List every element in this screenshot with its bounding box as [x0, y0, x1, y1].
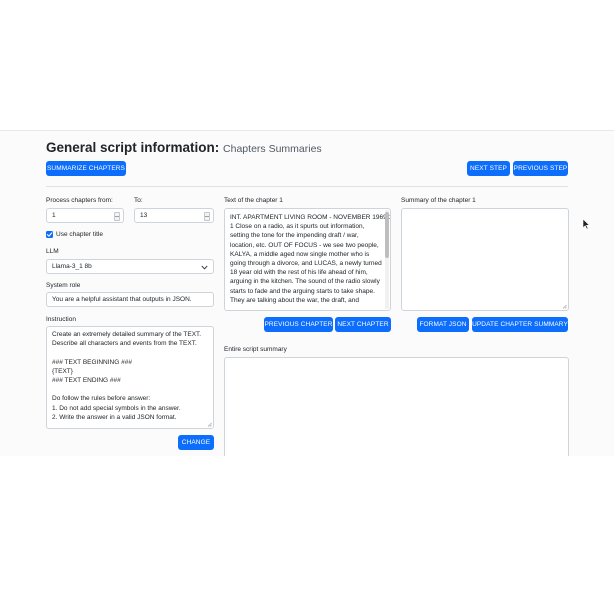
instruction-line: {TEXT}: [52, 367, 73, 375]
update-chapter-summary-button[interactable]: UPDATE CHAPTER SUMMARY: [472, 317, 568, 332]
chapter-text-label: Text of the chapter 1: [224, 197, 283, 204]
format-json-button[interactable]: FORMAT JSON: [417, 317, 469, 332]
process-from-value: 1: [52, 212, 56, 219]
instruction-line: 1. Do not add special symbols in the ans…: [52, 404, 181, 412]
use-chapter-title-checkbox[interactable]: [46, 231, 53, 238]
previous-step-button[interactable]: PREVIOUS STEP: [513, 161, 568, 176]
resize-handle-icon[interactable]: [207, 422, 212, 427]
summarize-chapters-button[interactable]: SUMMARIZE CHAPTERS: [46, 161, 126, 176]
chapter-summary-label: Summary of the chapter 1: [401, 197, 476, 204]
instruction-line: Describe all characters and events from …: [52, 340, 197, 348]
chapter-text-line: 18 year old with the rest of his life ah…: [230, 269, 368, 277]
system-role-value: You are a helpful assistant that outputs…: [52, 296, 192, 303]
instruction-line: [52, 348, 208, 357]
previous-chapter-button[interactable]: PREVIOUS CHAPTER: [264, 317, 333, 332]
instruction-line: Do follow the rules before answer:: [52, 395, 151, 403]
instruction-line: Create an extremely detailed summary of …: [52, 331, 202, 338]
to-input[interactable]: 13: [134, 208, 214, 223]
instruction-line: 2. Write the answer in a valid JSON form…: [52, 413, 177, 421]
change-button[interactable]: CHANGE: [178, 435, 214, 450]
to-value: 13: [140, 212, 148, 219]
llm-select[interactable]: Llama-3_1 8b: [46, 259, 214, 274]
chapter-text-area[interactable]: INT. APARTMENT LIVING ROOM - NOVEMBER 19…: [224, 208, 391, 311]
chapter-summary-textarea[interactable]: [401, 208, 569, 311]
next-step-button[interactable]: NEXT STEP: [467, 161, 510, 176]
mouse-pointer-icon: [582, 218, 590, 230]
next-chapter-button[interactable]: NEXT CHAPTER: [335, 317, 391, 332]
chevron-down-icon: [201, 265, 208, 270]
chapter-text-line: INT. APARTMENT LIVING ROOM - NOVEMBER 19…: [230, 214, 391, 221]
bottom-blank-area: [0, 456, 614, 596]
chapter-text-line: 1 Close on a radio, as it spurts out inf…: [230, 223, 365, 231]
chapter-text-line: KALYA, a middle aged now single mother w…: [230, 250, 370, 258]
system-role-input[interactable]: You are a helpful assistant that outputs…: [46, 292, 214, 307]
page-title: General script information: Chapters Sum…: [46, 140, 322, 155]
chapter-text-line: They are talking about the war, the draf…: [230, 296, 359, 304]
page-title-main: General script information:: [46, 140, 220, 155]
chapter-text-line: starts to fade and the arguing starts to…: [230, 287, 375, 295]
top-blank-area: [0, 0, 614, 130]
chapter-text-scroll-thumb[interactable]: [385, 212, 389, 258]
instruction-line: [52, 385, 208, 394]
process-from-spinner-icon[interactable]: [114, 212, 120, 221]
to-spinner-icon[interactable]: [204, 212, 210, 221]
entire-summary-textarea[interactable]: [224, 357, 569, 456]
use-chapter-title-label: Use chapter title: [56, 231, 103, 238]
system-role-label: System role: [46, 282, 81, 289]
llm-label: LLM: [46, 248, 59, 255]
instruction-line: ### TEXT ENDING ###: [52, 376, 121, 384]
instruction-textarea[interactable]: Create an extremely detailed summary of …: [46, 326, 214, 429]
chapter-text-line: location, etc. OUT OF FOCUS - we see two…: [230, 241, 379, 249]
instruction-line: ### TEXT BEGINNING ###: [52, 358, 132, 366]
section-divider: [46, 186, 568, 187]
chapter-text-line: arguing in the kitchen. The sound of the…: [230, 278, 380, 286]
chapter-text-line: setting the tone for the impending draft…: [230, 232, 359, 240]
resize-handle-icon[interactable]: [562, 304, 567, 309]
to-label: To:: [134, 197, 143, 204]
chapter-text-line: going through a divorce, and LUCAS, a ne…: [230, 259, 382, 267]
entire-summary-label: Entire script summary: [224, 346, 287, 353]
instruction-label: Instruction: [46, 316, 76, 323]
process-from-label: Process chapters from:: [46, 197, 113, 204]
llm-select-value: Llama-3_1 8b: [52, 263, 92, 270]
process-from-input[interactable]: 1: [46, 208, 124, 223]
app-page: General script information: Chapters Sum…: [0, 0, 614, 596]
checkmark-icon: [46, 232, 53, 237]
page-subtitle: Chapters Summaries: [223, 143, 322, 155]
